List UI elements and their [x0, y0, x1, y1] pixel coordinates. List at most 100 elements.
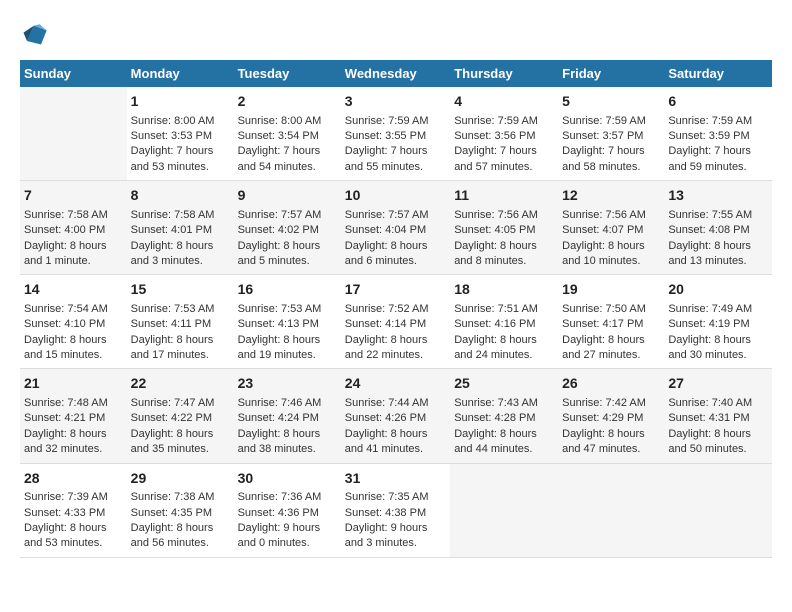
date-number: 12	[562, 186, 660, 206]
calendar-cell	[20, 87, 127, 181]
day-info: Sunrise: 7:58 AMSunset: 4:01 PMDaylight:…	[131, 208, 230, 270]
date-number: 29	[131, 469, 230, 489]
date-number: 23	[238, 374, 337, 394]
date-number: 5	[562, 92, 660, 112]
calendar-cell: 17Sunrise: 7:52 AMSunset: 4:14 PMDayligh…	[341, 275, 450, 369]
day-info: Sunrise: 7:57 AMSunset: 4:02 PMDaylight:…	[238, 208, 337, 270]
day-info: Sunrise: 7:49 AMSunset: 4:19 PMDaylight:…	[668, 302, 768, 364]
calendar-header: SundayMondayTuesdayWednesdayThursdayFrid…	[20, 60, 772, 87]
date-number: 24	[345, 374, 446, 394]
date-number: 28	[24, 469, 123, 489]
calendar-body: 1Sunrise: 8:00 AMSunset: 3:53 PMDaylight…	[20, 87, 772, 557]
day-info: Sunrise: 7:59 AMSunset: 3:57 PMDaylight:…	[562, 114, 660, 176]
date-number: 26	[562, 374, 660, 394]
calendar-cell: 16Sunrise: 7:53 AMSunset: 4:13 PMDayligh…	[234, 275, 341, 369]
date-number: 27	[668, 374, 768, 394]
calendar-week-row: 21Sunrise: 7:48 AMSunset: 4:21 PMDayligh…	[20, 369, 772, 463]
date-number: 17	[345, 280, 446, 300]
calendar-week-row: 1Sunrise: 8:00 AMSunset: 3:53 PMDaylight…	[20, 87, 772, 181]
date-number: 1	[131, 92, 230, 112]
date-number: 21	[24, 374, 123, 394]
calendar-cell: 18Sunrise: 7:51 AMSunset: 4:16 PMDayligh…	[450, 275, 558, 369]
weekday-header-row: SundayMondayTuesdayWednesdayThursdayFrid…	[20, 60, 772, 87]
calendar-cell: 10Sunrise: 7:57 AMSunset: 4:04 PMDayligh…	[341, 181, 450, 275]
calendar-cell: 21Sunrise: 7:48 AMSunset: 4:21 PMDayligh…	[20, 369, 127, 463]
day-info: Sunrise: 7:47 AMSunset: 4:22 PMDaylight:…	[131, 396, 230, 458]
weekday-header-saturday: Saturday	[664, 60, 772, 87]
date-number: 22	[131, 374, 230, 394]
page-header	[20, 20, 772, 48]
day-info: Sunrise: 7:35 AMSunset: 4:38 PMDaylight:…	[345, 490, 446, 552]
calendar-cell: 26Sunrise: 7:42 AMSunset: 4:29 PMDayligh…	[558, 369, 664, 463]
calendar-cell: 4Sunrise: 7:59 AMSunset: 3:56 PMDaylight…	[450, 87, 558, 181]
day-info: Sunrise: 7:52 AMSunset: 4:14 PMDaylight:…	[345, 302, 446, 364]
logo-icon	[20, 20, 48, 48]
day-info: Sunrise: 7:55 AMSunset: 4:08 PMDaylight:…	[668, 208, 768, 270]
day-info: Sunrise: 8:00 AMSunset: 3:54 PMDaylight:…	[238, 114, 337, 176]
calendar-cell: 19Sunrise: 7:50 AMSunset: 4:17 PMDayligh…	[558, 275, 664, 369]
calendar-cell: 11Sunrise: 7:56 AMSunset: 4:05 PMDayligh…	[450, 181, 558, 275]
day-info: Sunrise: 7:46 AMSunset: 4:24 PMDaylight:…	[238, 396, 337, 458]
calendar-cell: 31Sunrise: 7:35 AMSunset: 4:38 PMDayligh…	[341, 463, 450, 557]
day-info: Sunrise: 8:00 AMSunset: 3:53 PMDaylight:…	[131, 114, 230, 176]
calendar-cell: 9Sunrise: 7:57 AMSunset: 4:02 PMDaylight…	[234, 181, 341, 275]
day-info: Sunrise: 7:48 AMSunset: 4:21 PMDaylight:…	[24, 396, 123, 458]
calendar-week-row: 14Sunrise: 7:54 AMSunset: 4:10 PMDayligh…	[20, 275, 772, 369]
day-info: Sunrise: 7:44 AMSunset: 4:26 PMDaylight:…	[345, 396, 446, 458]
calendar-cell: 20Sunrise: 7:49 AMSunset: 4:19 PMDayligh…	[664, 275, 772, 369]
day-info: Sunrise: 7:36 AMSunset: 4:36 PMDaylight:…	[238, 490, 337, 552]
date-number: 14	[24, 280, 123, 300]
calendar-cell: 7Sunrise: 7:58 AMSunset: 4:00 PMDaylight…	[20, 181, 127, 275]
calendar-cell: 25Sunrise: 7:43 AMSunset: 4:28 PMDayligh…	[450, 369, 558, 463]
calendar-week-row: 28Sunrise: 7:39 AMSunset: 4:33 PMDayligh…	[20, 463, 772, 557]
day-info: Sunrise: 7:59 AMSunset: 3:56 PMDaylight:…	[454, 114, 554, 176]
date-number: 10	[345, 186, 446, 206]
date-number: 4	[454, 92, 554, 112]
date-number: 3	[345, 92, 446, 112]
logo	[20, 20, 50, 48]
calendar-table: SundayMondayTuesdayWednesdayThursdayFrid…	[20, 60, 772, 558]
day-info: Sunrise: 7:38 AMSunset: 4:35 PMDaylight:…	[131, 490, 230, 552]
calendar-cell	[450, 463, 558, 557]
date-number: 20	[668, 280, 768, 300]
calendar-cell	[664, 463, 772, 557]
day-info: Sunrise: 7:50 AMSunset: 4:17 PMDaylight:…	[562, 302, 660, 364]
calendar-cell: 29Sunrise: 7:38 AMSunset: 4:35 PMDayligh…	[127, 463, 234, 557]
day-info: Sunrise: 7:57 AMSunset: 4:04 PMDaylight:…	[345, 208, 446, 270]
day-info: Sunrise: 7:56 AMSunset: 4:05 PMDaylight:…	[454, 208, 554, 270]
day-info: Sunrise: 7:56 AMSunset: 4:07 PMDaylight:…	[562, 208, 660, 270]
date-number: 11	[454, 186, 554, 206]
calendar-cell: 22Sunrise: 7:47 AMSunset: 4:22 PMDayligh…	[127, 369, 234, 463]
date-number: 6	[668, 92, 768, 112]
calendar-cell: 12Sunrise: 7:56 AMSunset: 4:07 PMDayligh…	[558, 181, 664, 275]
weekday-header-monday: Monday	[127, 60, 234, 87]
day-info: Sunrise: 7:58 AMSunset: 4:00 PMDaylight:…	[24, 208, 123, 270]
day-info: Sunrise: 7:42 AMSunset: 4:29 PMDaylight:…	[562, 396, 660, 458]
date-number: 7	[24, 186, 123, 206]
date-number: 16	[238, 280, 337, 300]
calendar-cell: 8Sunrise: 7:58 AMSunset: 4:01 PMDaylight…	[127, 181, 234, 275]
calendar-week-row: 7Sunrise: 7:58 AMSunset: 4:00 PMDaylight…	[20, 181, 772, 275]
day-info: Sunrise: 7:54 AMSunset: 4:10 PMDaylight:…	[24, 302, 123, 364]
day-info: Sunrise: 7:59 AMSunset: 3:59 PMDaylight:…	[668, 114, 768, 176]
date-number: 2	[238, 92, 337, 112]
date-number: 8	[131, 186, 230, 206]
date-number: 30	[238, 469, 337, 489]
date-number: 25	[454, 374, 554, 394]
date-number: 13	[668, 186, 768, 206]
calendar-cell: 6Sunrise: 7:59 AMSunset: 3:59 PMDaylight…	[664, 87, 772, 181]
date-number: 15	[131, 280, 230, 300]
calendar-cell: 5Sunrise: 7:59 AMSunset: 3:57 PMDaylight…	[558, 87, 664, 181]
date-number: 18	[454, 280, 554, 300]
calendar-cell: 23Sunrise: 7:46 AMSunset: 4:24 PMDayligh…	[234, 369, 341, 463]
calendar-cell: 15Sunrise: 7:53 AMSunset: 4:11 PMDayligh…	[127, 275, 234, 369]
day-info: Sunrise: 7:59 AMSunset: 3:55 PMDaylight:…	[345, 114, 446, 176]
day-info: Sunrise: 7:51 AMSunset: 4:16 PMDaylight:…	[454, 302, 554, 364]
weekday-header-tuesday: Tuesday	[234, 60, 341, 87]
calendar-cell	[558, 463, 664, 557]
calendar-cell: 1Sunrise: 8:00 AMSunset: 3:53 PMDaylight…	[127, 87, 234, 181]
date-number: 9	[238, 186, 337, 206]
calendar-cell: 14Sunrise: 7:54 AMSunset: 4:10 PMDayligh…	[20, 275, 127, 369]
calendar-cell: 3Sunrise: 7:59 AMSunset: 3:55 PMDaylight…	[341, 87, 450, 181]
calendar-cell: 30Sunrise: 7:36 AMSunset: 4:36 PMDayligh…	[234, 463, 341, 557]
